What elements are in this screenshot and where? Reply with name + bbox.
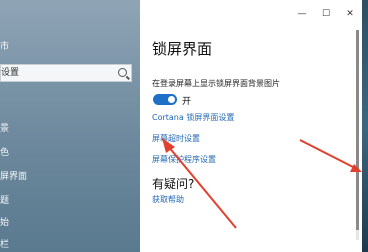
scrollbar-thumb[interactable] [356, 30, 359, 230]
search-input[interactable]: 设置 [0, 64, 132, 82]
screensaver-link[interactable]: 屏幕保护程序设置 [152, 154, 216, 165]
show-background-toggle[interactable] [153, 94, 177, 105]
nav-item-home[interactable]: 市 [0, 38, 140, 56]
minimize-button[interactable]: — [290, 9, 314, 19]
title-bar: — ☐ ✕ [140, 0, 362, 30]
close-button[interactable]: ✕ [338, 9, 362, 19]
scrollbar[interactable] [356, 30, 359, 240]
screen-timeout-link[interactable]: 屏幕超时设置 [152, 133, 200, 144]
nav-item-colors[interactable]: 色 [0, 144, 140, 162]
nav-item-label: 景 [0, 124, 10, 134]
page-title: 锁屏界面 [152, 40, 213, 58]
nav-item-taskbar[interactable]: 栏 [0, 236, 140, 252]
nav-item-label: 市 [0, 42, 10, 52]
nav-item-start[interactable]: 始 [0, 214, 140, 232]
nav-item-label: 屏界面 [0, 172, 28, 182]
settings-nav: 市 设置 景 色 屏界面 题 始 栏 [0, 0, 140, 252]
show-background-setting-label: 在登录屏幕上显示锁屏界面背景图片 [152, 79, 280, 88]
maximize-button[interactable]: ☐ [314, 9, 338, 19]
nav-item-label: 栏 [0, 240, 10, 250]
nav-item-background[interactable] [0, 96, 140, 114]
toggle-state-label: 开 [182, 97, 192, 107]
nav-item-label: 题 [0, 196, 10, 206]
nav-item-background[interactable]: 景 [0, 120, 140, 138]
lockscreen-settings-panel: — ☐ ✕ 锁屏界面 在登录屏幕上显示锁屏界面背景图片 开 Cortana 锁屏… [140, 0, 362, 252]
nav-item-label: 色 [0, 148, 10, 158]
search-icon [118, 68, 127, 77]
nav-item-themes[interactable]: 题 [0, 192, 140, 210]
nav-item-label: 始 [0, 218, 10, 228]
cortana-lockscreen-link[interactable]: Cortana 锁屏界面设置 [152, 112, 234, 123]
desktop-edge [362, 0, 368, 252]
help-title: 有疑问? [152, 177, 195, 191]
nav-item-lockscreen[interactable]: 屏界面 [0, 168, 140, 186]
search-placeholder: 设置 [1, 68, 20, 78]
get-help-link[interactable]: 获取帮助 [152, 194, 184, 205]
